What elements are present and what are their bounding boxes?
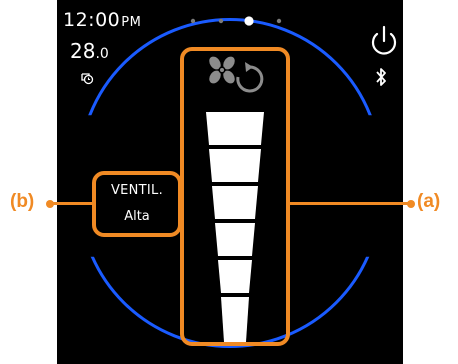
fan-level-bars[interactable]: [200, 110, 270, 346]
temperature-reading: 28.0: [70, 39, 109, 63]
page-dot-3-active: [244, 16, 254, 26]
fan-auto-icon[interactable]: [205, 53, 267, 97]
fan-level-bar-6: [206, 112, 264, 145]
page-dot-1: [190, 18, 196, 24]
clock-ampm: PM: [121, 15, 142, 30]
power-icon[interactable]: [368, 24, 400, 58]
temperature-decimal: .0: [95, 46, 109, 62]
clock-time: 12:00: [63, 9, 121, 31]
callout-line-b: [50, 202, 92, 205]
page-dot-2: [218, 18, 224, 24]
fan-level-bar-5: [209, 149, 261, 182]
fan-level-bar-2: [218, 260, 252, 293]
fan-level-bar-3: [215, 223, 255, 256]
callout-line-a: [290, 202, 410, 205]
highlight-box-b: [92, 171, 182, 237]
clock: 12:00PM: [63, 9, 141, 31]
fan-mode-label: VENTIL.: [110, 183, 164, 198]
page-indicator: [190, 16, 282, 26]
callout-dot-a: [407, 200, 415, 208]
fan-level-bar-4: [212, 186, 258, 219]
callout-dot-b: [46, 200, 54, 208]
bluetooth-icon[interactable]: [375, 67, 387, 87]
callout-label-a: (a): [417, 191, 441, 212]
fan-speed-value[interactable]: Alta: [100, 209, 174, 224]
callout-label-b: (b): [10, 191, 35, 212]
page-dot-4: [276, 18, 282, 24]
fan-level-bar-1: [221, 297, 249, 342]
temperature-integer: 28: [70, 39, 96, 63]
schedule-clock-icon[interactable]: [80, 71, 94, 85]
annotated-screenshot: 12:00PM 28.0 VENTIL. Alta (b) (a): [0, 0, 458, 364]
